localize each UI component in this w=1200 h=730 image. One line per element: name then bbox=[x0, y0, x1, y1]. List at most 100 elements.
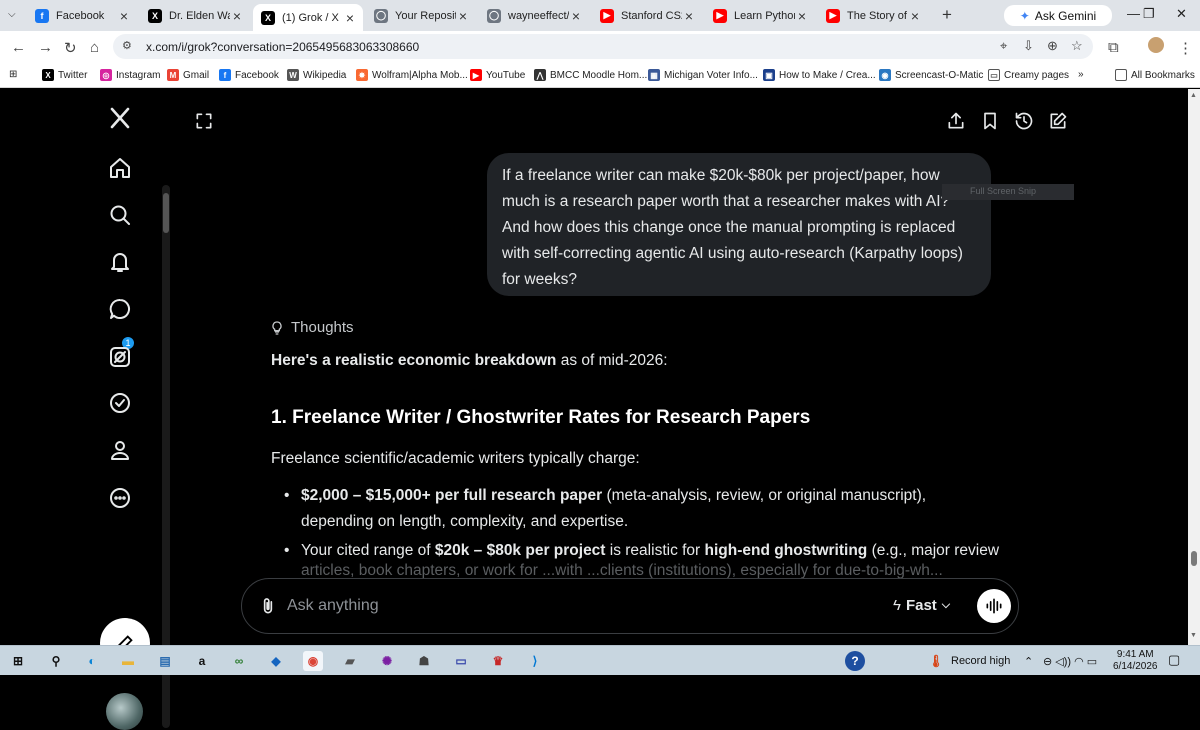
more-icon[interactable] bbox=[105, 483, 135, 513]
close-tab-icon[interactable]: × bbox=[456, 8, 470, 24]
x-logo-icon[interactable] bbox=[105, 103, 135, 133]
bookmark-item[interactable]: f Facebook bbox=[219, 69, 279, 81]
browser-tab[interactable]: f Facebook × bbox=[27, 4, 137, 27]
game-icon[interactable]: ✺ bbox=[377, 651, 397, 671]
ask-input-placeholder[interactable]: Ask anything bbox=[287, 597, 379, 615]
browser-tab[interactable]: X (1) Grok / X × bbox=[253, 4, 363, 31]
tab-search-icon[interactable]: ⌵ bbox=[8, 9, 16, 20]
close-tab-icon[interactable]: × bbox=[230, 8, 244, 24]
page-scrollbar[interactable]: ▲ ▼ bbox=[1188, 89, 1200, 645]
bookmark-item[interactable]: ⋀ BMCC Moodle Hom... bbox=[534, 69, 647, 81]
home-icon[interactable] bbox=[105, 153, 135, 183]
address-bar[interactable]: ⚙ x.com/i/grok?conversation=206549568306… bbox=[113, 34, 1093, 59]
search-icon[interactable] bbox=[105, 200, 135, 230]
bookmark-item[interactable]: ◎ Instagram bbox=[100, 69, 160, 81]
system-clock[interactable]: 9:41 AM 6/14/2026 bbox=[1113, 649, 1158, 673]
file-explorer-icon[interactable]: ▬ bbox=[118, 651, 138, 671]
bookmark-item[interactable]: M Gmail bbox=[167, 69, 209, 81]
browser-tab[interactable]: ▶ Stanford CS22× bbox=[592, 4, 702, 27]
amazon-icon[interactable]: a bbox=[192, 651, 212, 671]
browser-tab[interactable]: ◯ wayneeffect/C× bbox=[479, 4, 589, 27]
windows-taskbar: ⊞ ⚲ ◐ ▬ ▤ a ∞ ◆ ◉ ▰ ✺ ☗ ▭ ♛ ⟩ ? 🌡 Record… bbox=[0, 645, 1200, 675]
browser-tab[interactable]: ◯ Your Repositor× bbox=[366, 4, 476, 27]
tray-icons[interactable]: ⊖ ◁)) ◠ ▭ bbox=[1043, 655, 1097, 668]
home-icon[interactable]: ⌂ bbox=[90, 39, 99, 56]
close-tab-icon[interactable]: × bbox=[343, 10, 357, 26]
weather-text[interactable]: Record high bbox=[951, 655, 1010, 667]
tab-title: Learn Python in bbox=[734, 9, 795, 22]
notes-icon[interactable]: ▰ bbox=[340, 651, 360, 671]
forward-icon[interactable]: → bbox=[38, 39, 53, 56]
more-bookmarks-button[interactable]: » bbox=[1078, 69, 1084, 80]
apps-grid-icon[interactable]: ⊞ bbox=[9, 69, 17, 80]
notifications-bell-icon[interactable] bbox=[105, 247, 135, 277]
media-icon[interactable]: ▭ bbox=[451, 651, 471, 671]
attach-paperclip-icon[interactable] bbox=[258, 596, 278, 616]
outlook-icon[interactable]: ▤ bbox=[155, 651, 175, 671]
search-icon[interactable]: ⚲ bbox=[46, 651, 66, 671]
ask-input-bar[interactable]: Ask anything ϟ Fast ⌵ bbox=[241, 578, 1019, 634]
edge-icon[interactable]: ◐ bbox=[82, 651, 102, 671]
reload-icon[interactable]: ↻ bbox=[64, 39, 77, 57]
robot-icon[interactable]: ☗ bbox=[414, 651, 434, 671]
close-tab-icon[interactable]: × bbox=[117, 8, 131, 24]
messages-icon[interactable] bbox=[105, 294, 135, 324]
bookmark-item[interactable]: ✸ Wolfram|Alpha Mob... bbox=[356, 69, 468, 81]
install-app-icon[interactable]: ⇩ bbox=[1023, 38, 1034, 54]
site-settings-icon[interactable]: ⚙ bbox=[122, 39, 132, 52]
bookmark-item[interactable]: ▶ YouTube bbox=[470, 69, 525, 81]
bookmark-item[interactable]: ◉ Screencast-O-Matic bbox=[879, 69, 983, 81]
close-tab-icon[interactable]: × bbox=[908, 8, 922, 24]
zoom-icon[interactable]: ⊕ bbox=[1047, 38, 1058, 54]
minimize-icon[interactable]: — bbox=[1127, 6, 1140, 21]
all-bookmarks[interactable]: All Bookmarks bbox=[1115, 69, 1195, 81]
tripadvisor-icon[interactable]: ∞ bbox=[229, 651, 249, 671]
bookmark-item[interactable]: ▭ Creamy pages bbox=[988, 69, 1069, 81]
verified-icon[interactable] bbox=[105, 388, 135, 418]
close-tab-icon[interactable]: × bbox=[569, 8, 583, 24]
bookmark-star-icon[interactable]: ☆ bbox=[1071, 38, 1083, 54]
location-icon[interactable]: ⌖ bbox=[1000, 38, 1007, 54]
grok-icon[interactable] bbox=[105, 342, 135, 372]
help-icon[interactable]: ? bbox=[845, 651, 865, 671]
expand-icon[interactable] bbox=[194, 111, 218, 135]
mario-icon[interactable]: ♛ bbox=[488, 651, 508, 671]
close-tab-icon[interactable]: × bbox=[795, 8, 809, 24]
close-window-icon[interactable]: ✕ bbox=[1176, 6, 1187, 22]
notification-center-icon[interactable]: ▢ bbox=[1168, 652, 1180, 668]
extensions-icon[interactable]: ⧉ bbox=[1108, 39, 1119, 56]
bookmark-item[interactable]: X Twitter bbox=[42, 69, 87, 81]
account-avatar[interactable] bbox=[106, 693, 143, 730]
bookmark-label: Wikipedia bbox=[303, 69, 347, 81]
scrollbar-thumb[interactable] bbox=[1191, 551, 1197, 566]
windows-start-icon[interactable]: ⊞ bbox=[8, 651, 28, 671]
bookmark-item[interactable]: ▣ How to Make / Crea... bbox=[763, 69, 876, 81]
scroll-down-icon[interactable]: ▼ bbox=[1190, 632, 1197, 639]
scroll-up-icon[interactable]: ▲ bbox=[1190, 92, 1197, 99]
new-tab-button[interactable]: + bbox=[937, 5, 957, 25]
close-tab-icon[interactable]: × bbox=[682, 8, 696, 24]
profile-icon[interactable] bbox=[105, 435, 135, 465]
github-icon: ◯ bbox=[487, 8, 501, 23]
vscode-icon[interactable]: ⟩ bbox=[525, 651, 545, 671]
bookmark-icon[interactable] bbox=[980, 111, 1004, 135]
browser-tab[interactable]: X Dr. Elden Wayn× bbox=[140, 4, 250, 27]
history-icon[interactable] bbox=[1014, 111, 1038, 135]
browser-tab[interactable]: ▶ Learn Python in× bbox=[705, 4, 815, 27]
app-icon[interactable]: ◆ bbox=[266, 651, 286, 671]
new-chat-icon[interactable] bbox=[1048, 111, 1072, 135]
tray-chevron-icon[interactable]: ⌃ bbox=[1024, 655, 1033, 668]
restore-icon[interactable]: ❐ bbox=[1143, 6, 1155, 22]
chrome-icon[interactable]: ◉ bbox=[303, 651, 323, 671]
ask-gemini-button[interactable]: ✦ Ask Gemini bbox=[1004, 5, 1112, 26]
profile-avatar[interactable] bbox=[1148, 37, 1164, 53]
thoughts-toggle[interactable]: Thoughts bbox=[269, 319, 354, 336]
browser-tab[interactable]: ▶ The Story of Py× bbox=[818, 4, 928, 27]
voice-mode-button[interactable] bbox=[977, 589, 1011, 623]
bookmark-item[interactable]: ▦ Michigan Voter Info... bbox=[648, 69, 758, 81]
back-icon[interactable]: ← bbox=[11, 39, 26, 56]
bookmark-item[interactable]: W Wikipedia bbox=[287, 69, 346, 81]
mode-selector[interactable]: ϟ Fast ⌵ bbox=[893, 597, 950, 614]
browser-menu-icon[interactable]: ⋮ bbox=[1178, 39, 1193, 57]
share-icon[interactable] bbox=[946, 111, 970, 135]
